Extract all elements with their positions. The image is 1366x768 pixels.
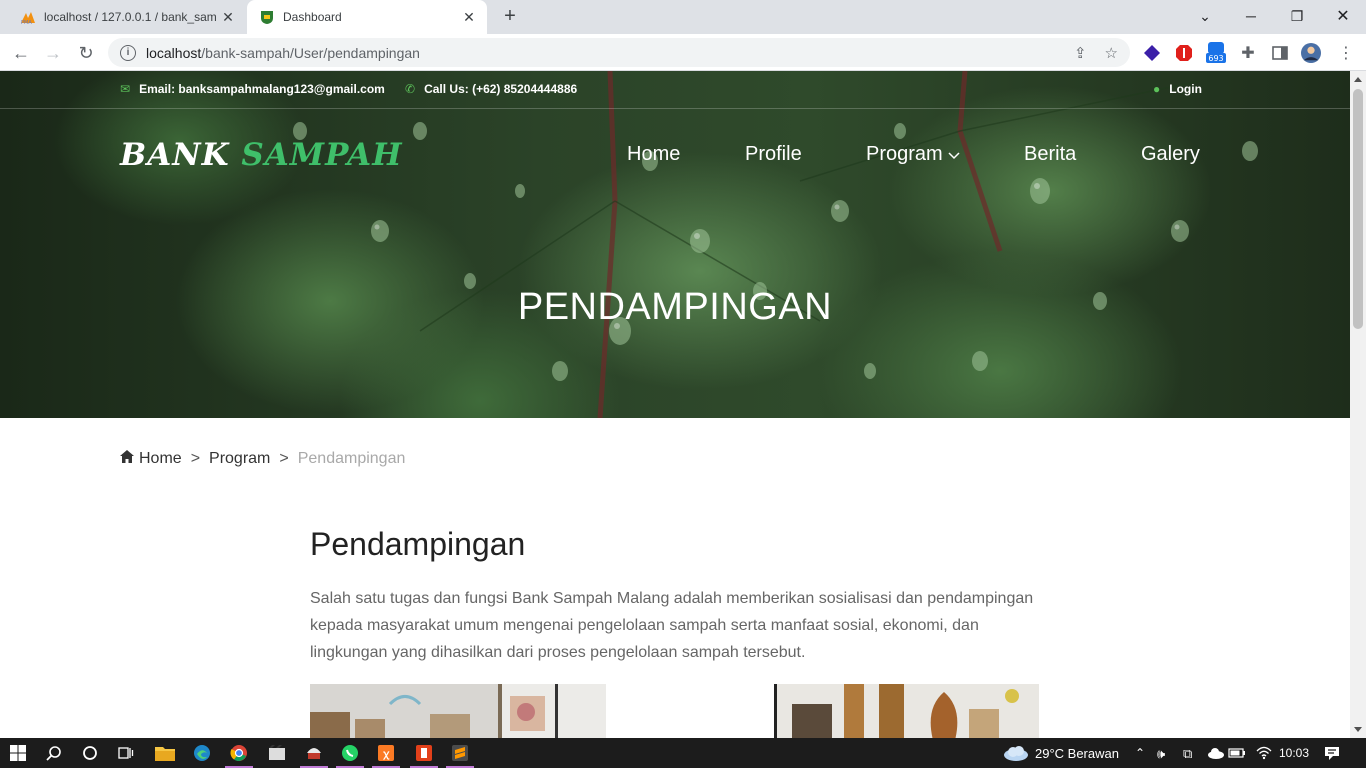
web-page: ✉ Email: banksampahmalang123@gmail.com ✆… [0, 71, 1350, 738]
sublime-text-icon[interactable] [442, 738, 478, 768]
tray-chevron-up-icon[interactable]: ⌃ [1135, 746, 1145, 760]
tab-dashboard[interactable]: Dashboard ✕ [247, 0, 487, 34]
site-logo[interactable]: BANK SAMPAH [120, 137, 403, 173]
leaf-background-image [293, 71, 1258, 418]
page-scrollbar[interactable] [1350, 71, 1366, 738]
nav-galery[interactable]: Galery [1141, 143, 1200, 166]
login-label: Login [1169, 82, 1202, 96]
breadcrumb-separator: > [279, 450, 289, 467]
whatsapp-icon[interactable] [332, 738, 368, 768]
share-icon[interactable]: ⇪ [1074, 44, 1087, 62]
new-tab-button[interactable]: + [498, 5, 522, 29]
envelope-icon: ✉ [120, 82, 131, 96]
breadcrumb-separator: > [190, 450, 201, 467]
scroll-down-icon[interactable] [1354, 727, 1362, 732]
close-window-button[interactable]: ✕ [1320, 0, 1366, 32]
video-editor-icon[interactable] [259, 738, 295, 768]
breadcrumb: Home > Program > Pendampingan [120, 450, 405, 468]
breadcrumb-home[interactable]: Home [139, 450, 182, 468]
user-icon: ● [1153, 82, 1161, 96]
craft-photo-1 [310, 684, 606, 738]
logo-sampah: SAMPAH [241, 137, 403, 173]
weather-cloud-icon[interactable] [998, 738, 1034, 768]
tab-title: Dashboard [283, 10, 342, 24]
xampp-control-icon[interactable]: ꭓ [368, 738, 404, 768]
scrollbar-thumb[interactable] [1353, 89, 1363, 329]
edge-icon[interactable] [184, 738, 220, 768]
notifications-icon[interactable] [1314, 738, 1350, 768]
svg-text:PMA: PMA [21, 20, 32, 25]
nav-program[interactable]: Program [866, 143, 960, 166]
browser-menu-icon[interactable]: ⋮ [1336, 43, 1356, 63]
bookmark-star-icon[interactable]: ☆ [1105, 44, 1118, 62]
windows-start-icon[interactable] [0, 738, 36, 768]
top-info-bar: ✉ Email: banksampahmalang123@gmail.com ✆… [0, 71, 1350, 109]
clock-time[interactable]: 10:03 [1279, 746, 1309, 760]
cortana-icon[interactable] [72, 738, 108, 768]
malang-crest-icon [259, 9, 275, 25]
email-text: Email: banksampahmalang123@gmail.com [139, 82, 385, 96]
breadcrumb-program[interactable]: Program [209, 450, 270, 468]
browser-tab-strip: PMA localhost / 127.0.0.1 / bank_samp ✕ … [0, 0, 1366, 34]
back-button[interactable]: ← [8, 40, 34, 66]
content-title: Pendampingan [310, 526, 526, 562]
phone-text: Call Us: (+62) 85204444886 [424, 82, 578, 96]
task-view-icon[interactable] [108, 738, 144, 768]
close-tab-icon[interactable]: ✕ [457, 9, 481, 26]
breadcrumb-current: Pendampingan [297, 450, 406, 467]
craft-photo-2 [774, 684, 1039, 738]
hero-banner: ✉ Email: banksampahmalang123@gmail.com ✆… [0, 71, 1350, 418]
url-bar[interactable]: i localhost/bank-sampah/User/pendampinga… [108, 38, 1130, 67]
close-tab-icon[interactable]: ✕ [216, 9, 240, 26]
restore-button[interactable]: ❐ [1274, 0, 1320, 32]
nav-profile[interactable]: Profile [745, 143, 802, 166]
svg-text:693: 693 [1208, 54, 1223, 63]
phpmyadmin-icon: PMA [20, 9, 36, 26]
reload-button[interactable]: ↻ [73, 40, 99, 66]
minimize-button[interactable]: ─ [1228, 0, 1274, 32]
chevron-down-icon [948, 143, 960, 166]
file-explorer-icon[interactable] [147, 738, 183, 768]
nav-home[interactable]: Home [627, 143, 680, 166]
weather-text[interactable]: 29°C Berawan [1035, 746, 1119, 761]
page-hero-title: PENDAMPINGAN [517, 286, 833, 328]
extension-purple-icon[interactable] [1142, 43, 1162, 63]
home-icon [120, 450, 134, 468]
extensions-puzzle-icon[interactable]: ✚ [1238, 43, 1258, 63]
xampp-bug-icon[interactable] [296, 738, 332, 768]
nav-program-label: Program [866, 143, 943, 165]
search-icon[interactable] [36, 738, 72, 768]
phone-icon: ✆ [405, 82, 416, 96]
url-path: /bank-sampah/User/pendampingan [201, 44, 420, 61]
extension-badge-icon[interactable]: 693 [1206, 42, 1226, 63]
logo-bank: BANK [120, 137, 230, 173]
forward-button[interactable]: → [40, 40, 66, 66]
document-app-icon[interactable] [406, 738, 442, 768]
site-info-icon[interactable]: i [120, 44, 136, 61]
volume-icon[interactable]: 🕪 [1157, 746, 1165, 762]
address-toolbar: ← → ↻ i localhost/bank-sampah/User/penda… [0, 34, 1366, 71]
login-link[interactable]: ● Login [1153, 82, 1202, 96]
url-host: localhost [146, 44, 202, 61]
tab-search-chevron-icon[interactable]: ⌄ [1182, 0, 1228, 32]
tab-phpmyadmin[interactable]: PMA localhost / 127.0.0.1 / bank_samp ✕ [8, 0, 246, 34]
wifi-icon[interactable] [1246, 738, 1282, 768]
email-info[interactable]: ✉ Email: banksampahmalang123@gmail.com [120, 82, 385, 96]
side-panel-icon[interactable] [1270, 43, 1290, 63]
device-icon[interactable]: ⧉ [1183, 746, 1192, 762]
content-paragraph: Salah satu tugas dan fungsi Bank Sampah … [310, 590, 1034, 661]
nav-berita[interactable]: Berita [1024, 143, 1076, 166]
scroll-up-icon[interactable] [1354, 77, 1362, 82]
tab-title: localhost / 127.0.0.1 / bank_samp [44, 10, 216, 24]
windows-taskbar: ꭓ 29°C Berawan ⌃ 🕪 ⧉ 10:03 [0, 738, 1366, 768]
chrome-icon[interactable] [221, 738, 257, 768]
extension-adblock-icon[interactable] [1174, 43, 1194, 63]
phone-info[interactable]: ✆ Call Us: (+62) 85204444886 [405, 82, 577, 96]
profile-avatar[interactable] [1301, 43, 1321, 63]
